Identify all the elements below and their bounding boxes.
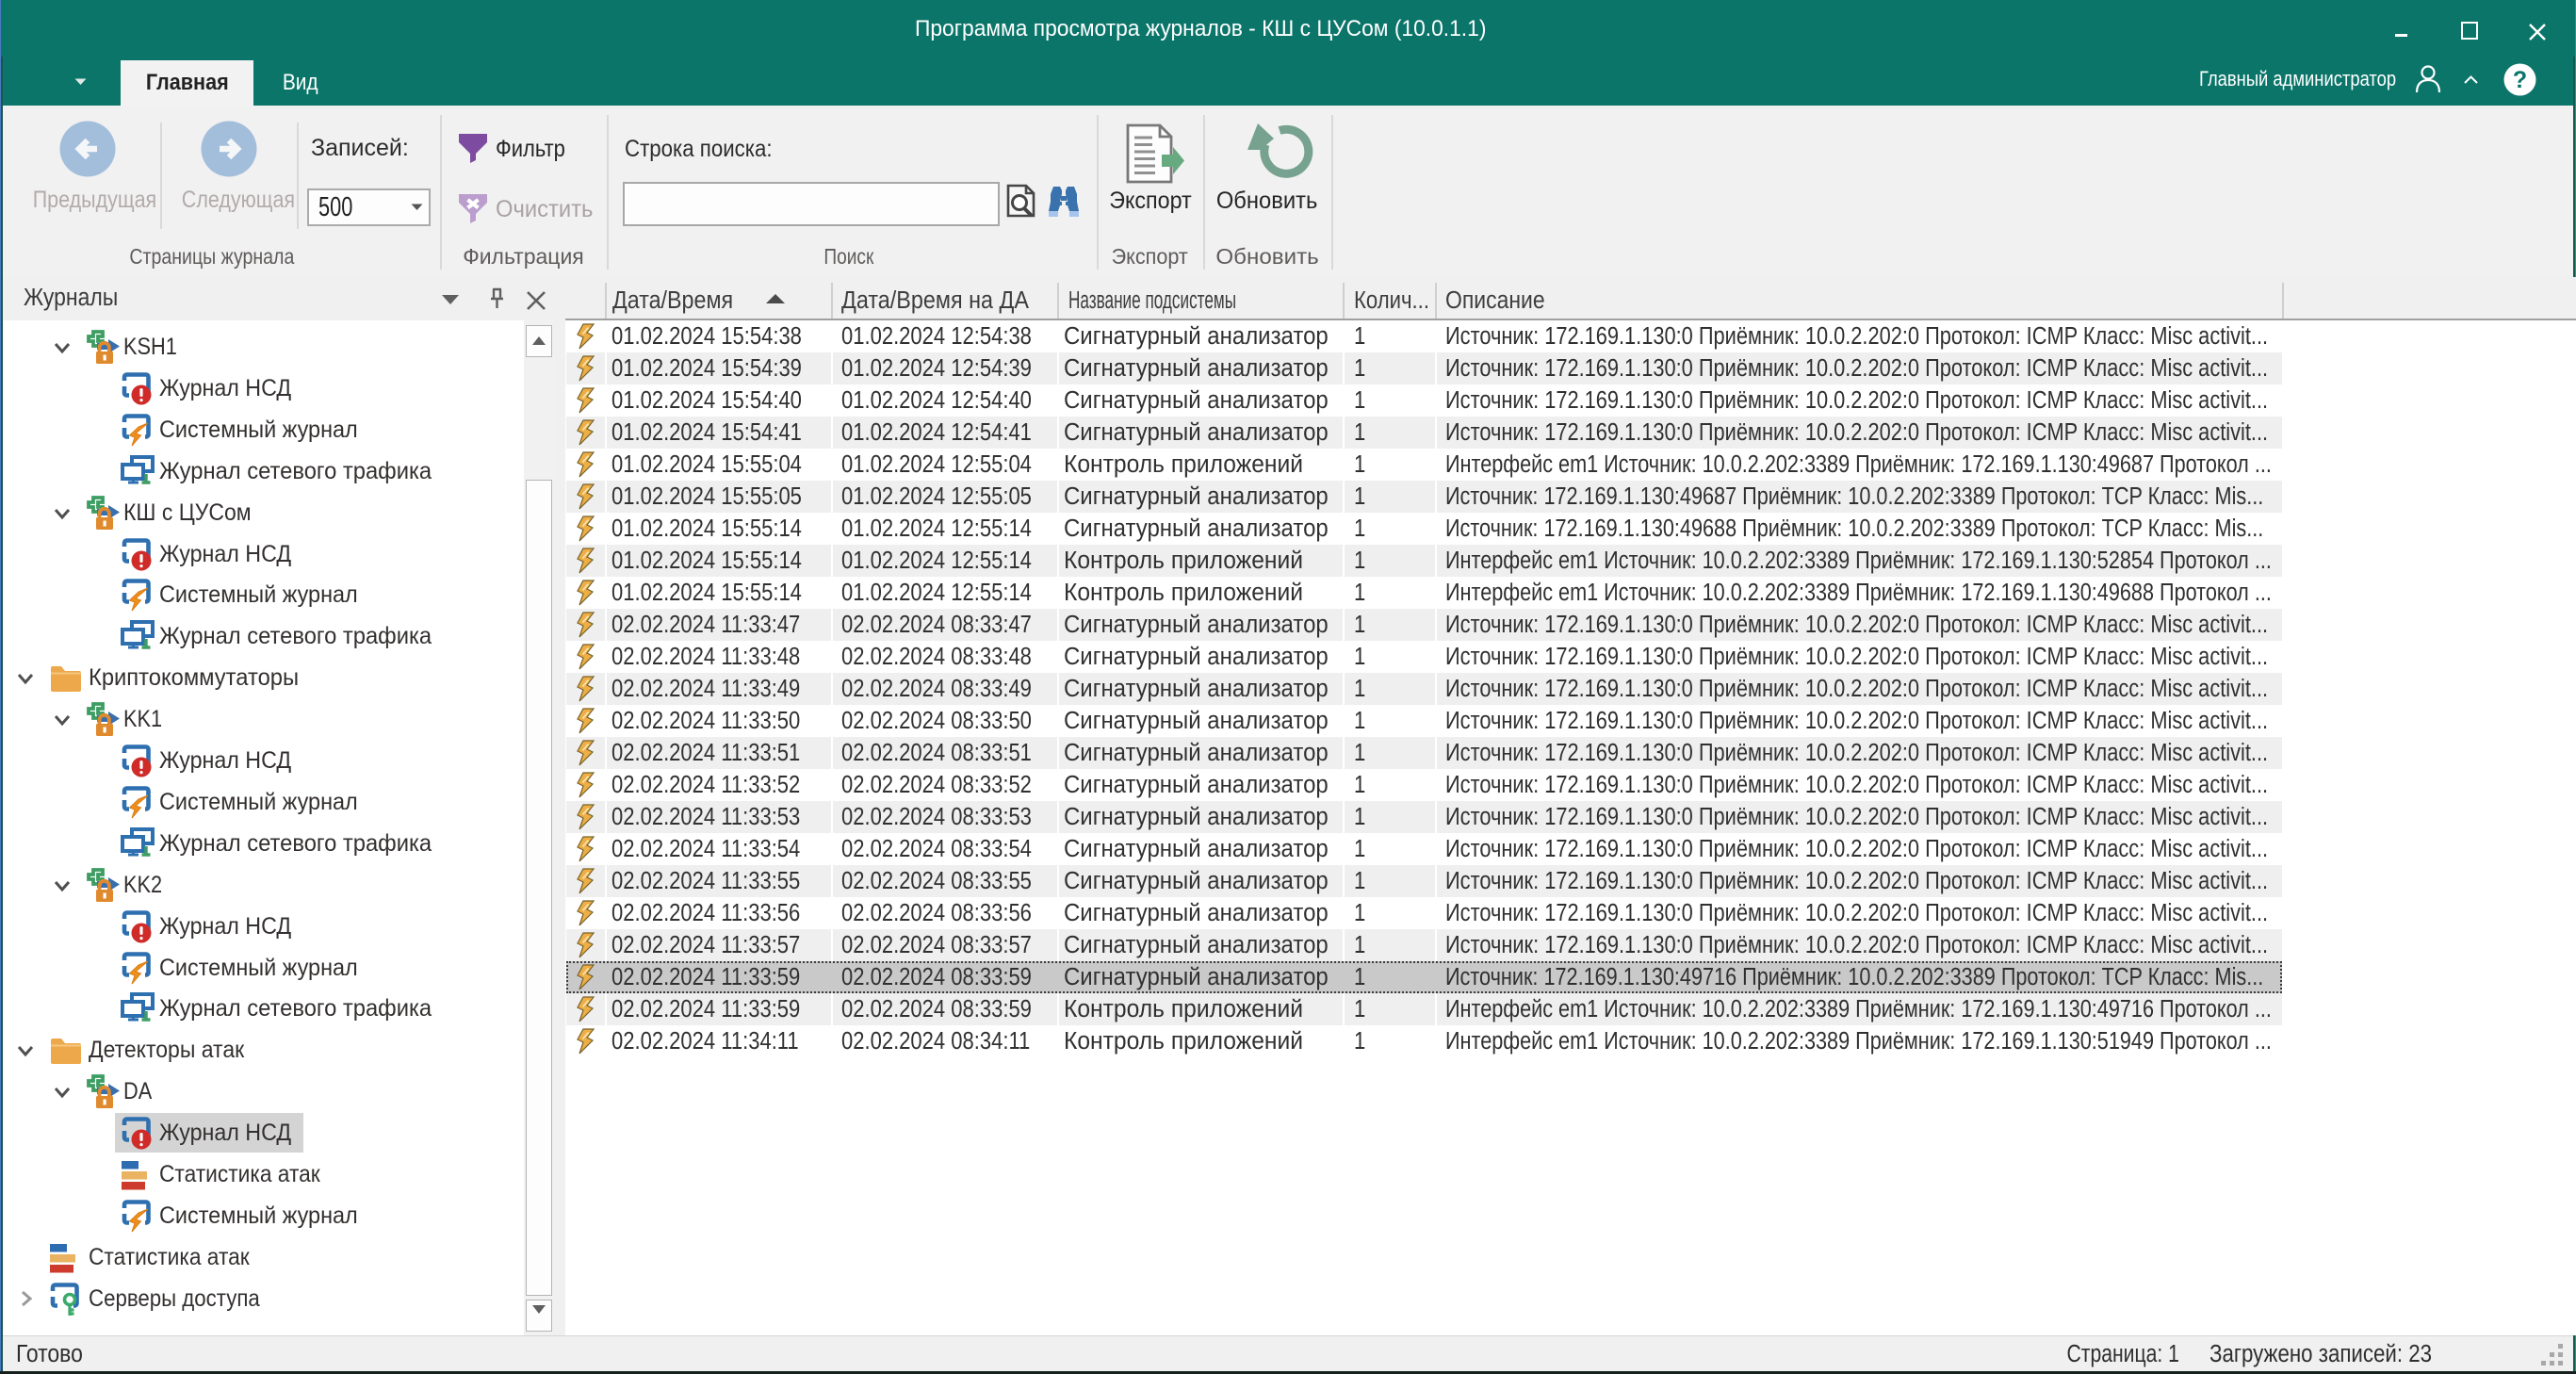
- svg-text:?: ?: [2513, 67, 2527, 93]
